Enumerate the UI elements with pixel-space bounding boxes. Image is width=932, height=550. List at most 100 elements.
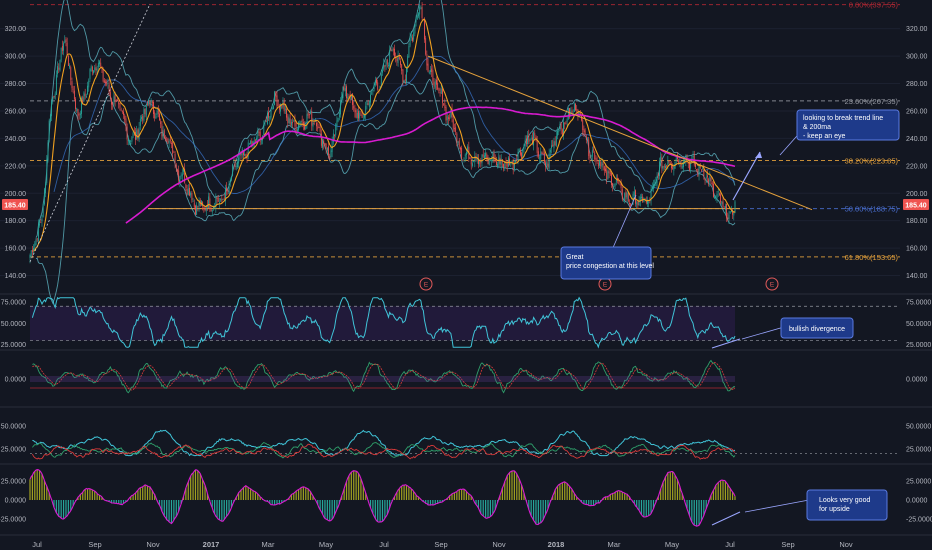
- candle-body-135: [191, 192, 193, 200]
- osc-bar-116: [168, 500, 170, 522]
- osc-bar-560: [700, 500, 703, 521]
- time-label-4: Mar: [262, 540, 275, 549]
- osc-bar-424: [537, 500, 539, 525]
- candle-body-584: [729, 211, 731, 214]
- candle-body-136: [192, 200, 194, 202]
- candle-body-107: [157, 110, 159, 115]
- candle-body-139: [196, 205, 198, 215]
- y-tick-right-0-2: 180.00: [906, 218, 928, 225]
- candle-body-25: [59, 59, 61, 71]
- candle-body-3: [33, 247, 35, 251]
- candle-body-531: [666, 165, 668, 167]
- candle-body-271: [354, 107, 356, 113]
- osc-bar-176: [240, 490, 242, 500]
- osc-bar-552: [691, 500, 693, 522]
- candle-body-243: [320, 133, 322, 146]
- osc-bar-584: [729, 488, 731, 500]
- macd-zero-band: [30, 376, 735, 382]
- candle-body-515: [647, 201, 648, 205]
- candle-body-317: [409, 36, 411, 46]
- candle-body-18: [51, 101, 53, 117]
- candle-body-559: [699, 167, 701, 168]
- candle-body-48: [87, 85, 88, 95]
- candle-body-114: [166, 139, 168, 141]
- candle-body-440: [557, 131, 558, 136]
- osc-bar-268: [350, 472, 352, 500]
- osc-annotation-line2: for upside: [819, 506, 850, 513]
- candle-body-402: [511, 160, 513, 162]
- candle-body-70: [113, 96, 115, 105]
- candle-body-458: [578, 112, 580, 115]
- time-label-5: May: [319, 540, 333, 549]
- candle-body-339: [436, 79, 437, 85]
- candle-body-320: [413, 32, 415, 40]
- candle-body-50: [89, 69, 91, 80]
- candle-body-158: [219, 202, 220, 204]
- osc-bar-558: [698, 500, 700, 526]
- osc-bar-88: [134, 493, 137, 500]
- candle-body-553: [692, 156, 694, 158]
- candle-body-39: [76, 108, 78, 112]
- y-tick-right-0-9: 320.00: [906, 26, 928, 33]
- candle-body-260: [341, 96, 343, 101]
- candle-body-555: [695, 163, 696, 168]
- osc-bar-92: [139, 487, 141, 500]
- candle-body-264: [346, 86, 347, 99]
- candle-body-132: [187, 188, 189, 196]
- candle-body-400: [509, 158, 511, 165]
- y-tick-right-4-1: 0.0000: [906, 498, 928, 505]
- candle-body-516: [648, 201, 650, 203]
- candle-body-71: [114, 94, 116, 103]
- time-label-6: Jul: [379, 540, 389, 549]
- y-tick-left-0-4: 220.00: [5, 163, 27, 170]
- candle-body-331: [426, 54, 428, 66]
- candle-body-537: [673, 166, 675, 171]
- candle-body-40: [77, 109, 79, 117]
- osc-bar-134: [190, 475, 192, 500]
- osc-bar-10: [41, 474, 43, 500]
- candle-body-390: [497, 164, 499, 167]
- candle-body-67: [109, 92, 111, 99]
- candle-body-405: [515, 160, 517, 163]
- candle-body-171: [234, 162, 236, 168]
- osc-bar-492: [619, 491, 621, 500]
- candle-body-197: [265, 120, 267, 123]
- y-tick-right-3-1: 50.0000: [906, 423, 931, 430]
- last-price-tag-left: 185.40: [2, 199, 28, 210]
- candle-body-152: [211, 209, 213, 212]
- candle-body-529: [663, 166, 665, 168]
- time-label-9: 2018: [548, 540, 565, 549]
- candle-body-83: [129, 140, 130, 142]
- y-tick-right-0-0: 140.00: [906, 273, 928, 280]
- candle-body-343: [440, 88, 442, 94]
- candle-body-588: [734, 201, 736, 213]
- candle-body-574: [717, 191, 719, 193]
- time-label-13: Sep: [781, 540, 794, 549]
- candle-body-259: [340, 101, 341, 115]
- candle-body-582: [727, 217, 729, 219]
- candle-body-162: [223, 197, 225, 200]
- candle-body-278: [362, 119, 364, 121]
- y-tick-left-4-0: 25.0000: [1, 479, 26, 486]
- candle-body-138: [195, 205, 196, 215]
- candle-body-64: [106, 81, 108, 85]
- candle-body-234: [310, 113, 311, 115]
- osc-bar-290: [377, 500, 379, 522]
- candle-body-89: [136, 130, 138, 139]
- candle-body-73: [117, 99, 118, 101]
- candle-body-356: [456, 133, 458, 143]
- candle-body-287: [373, 84, 375, 90]
- osc-bar-90: [137, 490, 139, 500]
- osc-bar-538: [674, 475, 676, 500]
- osc-bar-114: [166, 500, 168, 520]
- candle-body-105: [155, 116, 157, 119]
- candle-body-476: [600, 162, 602, 167]
- candle-body-82: [127, 140, 129, 141]
- candle-body-409: [519, 149, 521, 155]
- candle-body-93: [141, 117, 142, 119]
- y-tick-left-1-0: 25.0000: [1, 342, 26, 349]
- candle-body-265: [347, 96, 349, 99]
- candle-body-26: [60, 47, 62, 61]
- candle-body-302: [391, 49, 393, 51]
- candle-body-13: [45, 183, 47, 194]
